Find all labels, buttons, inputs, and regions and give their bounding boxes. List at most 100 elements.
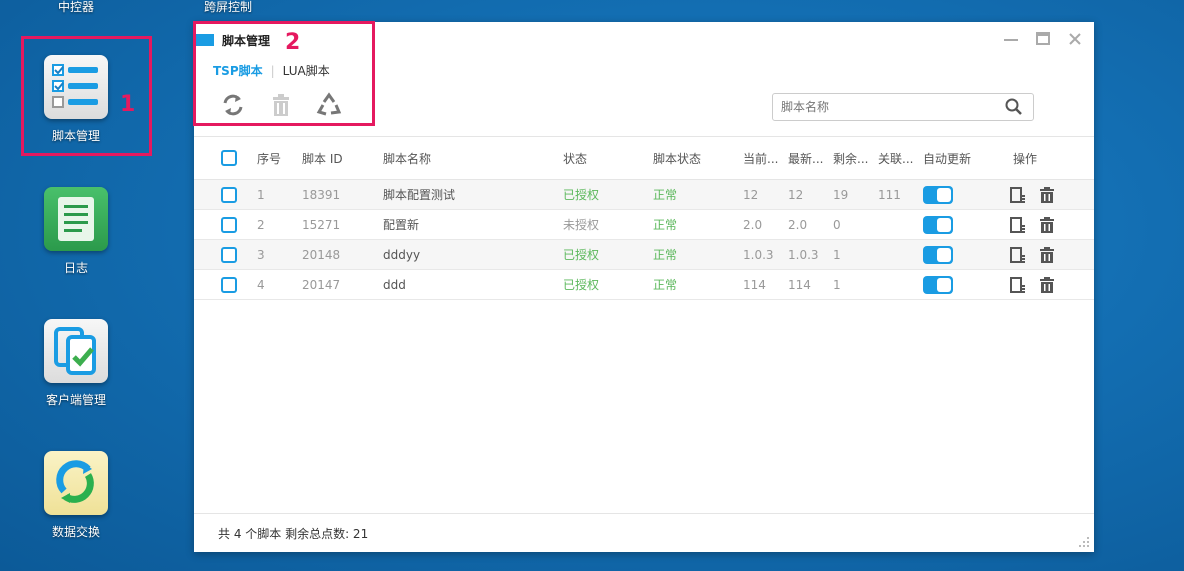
delete-icon[interactable] [1039,246,1055,264]
auto-update-toggle[interactable] [923,210,953,239]
table-footer: 共 4 个脚本 剩余总点数: 21 [194,513,1094,552]
trash-icon[interactable] [268,92,294,118]
cell-remaining: 1 [833,277,841,292]
desktop-icon-log[interactable]: 日志 [21,187,131,276]
header-status: 状态 [563,151,588,166]
checklist-icon [44,55,108,119]
script-manager-window: 脚本管理 TSP脚本 | LUA脚本 脚本名称 序号 脚本 ID 脚本名称 状态… [194,22,1094,552]
sync-arrows-icon [44,451,108,515]
row-checkbox[interactable] [221,270,237,299]
cell-index: 3 [257,247,265,262]
row-actions [1009,240,1055,269]
cell-current-version: 1.0.3 [743,247,774,262]
scroll-icon [44,187,108,251]
recycle-icon[interactable] [316,92,342,118]
cell-script-name: 配置新 [383,218,420,232]
header-index: 序号 [257,151,282,166]
desktop-icon-label: 日志 [63,261,88,275]
header-remaining: 剩余... [833,151,869,166]
window-title-bar: 脚本管理 [194,30,270,50]
cell-script-status: 正常 [653,248,678,262]
cell-latest-version: 12 [788,187,804,202]
header-script-id: 脚本 ID [302,151,343,166]
header-script-name: 脚本名称 [383,151,432,166]
table-row[interactable]: 3 20148 dddyy 已授权 正常 1.0.3 1.0.3 1 [194,240,1094,270]
desktop-icon-label: 脚本管理 [51,129,100,143]
table-header: 序号 脚本 ID 脚本名称 状态 脚本状态 当前... 最新... 剩余... … [194,136,1094,180]
search-box[interactable] [772,93,1034,121]
edit-config-icon[interactable] [1009,186,1027,204]
cell-status: 已授权 [563,278,600,292]
delete-icon[interactable] [1039,216,1055,234]
footer-summary: 共 4 个脚本 剩余总点数: 21 [218,526,369,541]
auto-update-toggle[interactable] [923,240,953,269]
cell-index: 4 [257,277,265,292]
search-icon[interactable] [1005,98,1023,116]
cell-script-status: 正常 [653,278,678,292]
edit-config-icon[interactable] [1009,276,1027,294]
close-icon[interactable] [1066,30,1084,48]
cell-script-id: 20147 [302,277,341,292]
refresh-icon[interactable] [220,92,246,118]
auto-update-toggle[interactable] [923,270,953,299]
header-latest-version: 最新... [788,151,824,166]
cell-script-id: 15271 [302,217,341,232]
window-controls [1002,30,1084,48]
header-auto-update: 自动更新 [923,151,972,166]
cell-status: 未授权 [563,218,600,232]
device-check-icon [44,319,108,383]
desktop-label-kuapingkongzhi[interactable]: 跨屏控制 [204,0,252,15]
cell-script-id: 20148 [302,247,341,262]
cell-script-id: 18391 [302,187,341,202]
desktop-icon-script-manager[interactable]: 脚本管理 [21,55,131,144]
cell-remaining: 19 [833,187,849,202]
header-script-status: 脚本状态 [653,151,702,166]
auto-update-toggle[interactable] [923,180,953,209]
minimize-icon[interactable] [1002,30,1020,48]
row-actions [1009,270,1055,299]
cell-remaining: 1 [833,247,841,262]
desktop-icon-data-exchange[interactable]: 数据交换 [21,451,131,540]
cell-script-name: ddd [383,277,406,292]
table-row[interactable]: 1 18391 脚本配置测试 已授权 正常 12 12 19 111 [194,180,1094,210]
edit-config-icon[interactable] [1009,216,1027,234]
cell-status: 已授权 [563,248,600,262]
annotation-number-2: 2 [285,30,301,55]
tab-separator: | [270,63,275,78]
delete-icon[interactable] [1039,276,1055,294]
desktop-label-zhongkongqi[interactable]: 中控器 [58,0,94,15]
row-checkbox[interactable] [221,180,237,209]
script-type-tabs: TSP脚本 | LUA脚本 [213,62,330,79]
cell-latest-version: 1.0.3 [788,247,819,262]
cell-index: 1 [257,187,265,202]
window-title: 脚本管理 [222,33,271,48]
tab-lua-script[interactable]: LUA脚本 [283,62,330,79]
row-actions [1009,210,1055,239]
row-actions [1009,180,1055,209]
table-row[interactable]: 4 20147 ddd 已授权 正常 114 114 1 [194,270,1094,300]
cell-latest-version: 114 [788,277,811,292]
tab-tsp-script[interactable]: TSP脚本 [213,62,263,79]
cell-index: 2 [257,217,265,232]
delete-icon[interactable] [1039,186,1055,204]
cell-latest-version: 2.0 [788,217,808,232]
search-input[interactable] [773,94,1001,120]
header-linked: 关联... [878,151,914,166]
table-row[interactable]: 2 15271 配置新 未授权 正常 2.0 2.0 0 [194,210,1094,240]
cell-current-version: 2.0 [743,217,763,232]
row-checkbox[interactable] [221,210,237,239]
row-checkbox[interactable] [221,240,237,269]
header-actions: 操作 [1013,151,1038,166]
toolbar [220,92,342,118]
header-current-version: 当前... [743,151,779,166]
desktop-icon-label: 数据交换 [51,525,100,539]
annotation-number-1: 1 [120,92,136,117]
window-app-icon [194,34,214,46]
cell-status: 已授权 [563,188,600,202]
select-all-checkbox[interactable] [221,137,237,179]
cell-linked: 111 [878,187,901,202]
desktop-icon-client-manager[interactable]: 客户端管理 [21,319,131,408]
maximize-icon[interactable] [1034,30,1052,48]
resize-grip-icon[interactable] [1078,536,1090,548]
edit-config-icon[interactable] [1009,246,1027,264]
